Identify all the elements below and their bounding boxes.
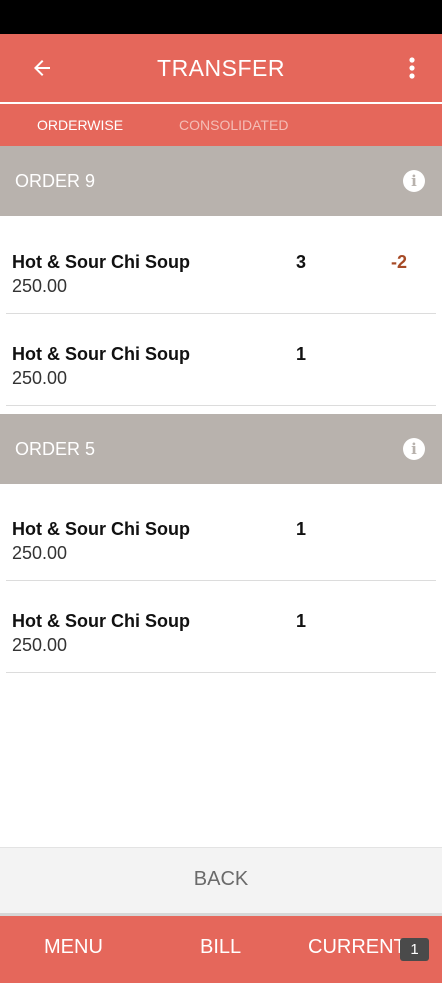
order-item-row[interactable]: Hot & Sour Chi Soup 250.00 3 -2: [0, 222, 442, 314]
order-header: ORDER 9 i: [0, 146, 442, 216]
item-name: Hot & Sour Chi Soup: [12, 611, 190, 631]
nav-current-button[interactable]: CURRENT: [308, 916, 406, 980]
item-price: 250.00: [12, 635, 68, 655]
item-quantity: 3: [296, 252, 307, 272]
item-name: Hot & Sour Chi Soup: [12, 519, 190, 539]
overflow-menu-button[interactable]: [400, 48, 424, 88]
item-name: Hot & Sour Chi Soup: [12, 252, 190, 272]
item-transfer-delta: -2: [391, 252, 408, 272]
order-item-row[interactable]: Hot & Sour Chi Soup 250.00 1: [0, 489, 442, 581]
page-title: TRANSFER: [157, 55, 285, 81]
info-icon[interactable]: i: [403, 438, 425, 460]
back-button[interactable]: BACK: [0, 848, 442, 914]
item-name: Hot & Sour Chi Soup: [12, 344, 190, 364]
info-icon[interactable]: i: [403, 170, 425, 192]
item-price: 250.00: [12, 276, 68, 296]
tab-consolidated[interactable]: CONSOLIDATED: [179, 104, 288, 146]
order-title: ORDER 9: [15, 171, 96, 191]
order-item-row[interactable]: Hot & Sour Chi Soup 250.00 1: [0, 581, 442, 673]
back-button-bar: BACK: [0, 847, 442, 913]
status-bar: [0, 0, 442, 34]
app-bar: TRANSFER: [0, 34, 442, 102]
row-divider: [6, 672, 436, 673]
tab-bar: ORDERWISE CONSOLIDATED: [0, 104, 442, 146]
nav-bill-button[interactable]: BILL: [200, 916, 241, 980]
item-quantity: 1: [296, 611, 307, 631]
current-count-badge: 1: [400, 938, 429, 961]
tab-orderwise[interactable]: ORDERWISE: [37, 104, 123, 146]
item-quantity: 1: [296, 344, 307, 364]
nav-menu-button[interactable]: MENU: [44, 916, 103, 980]
row-divider: [6, 405, 436, 406]
order-header: ORDER 5 i: [0, 414, 442, 484]
order-title: ORDER 5: [15, 439, 96, 459]
order-item-row[interactable]: Hot & Sour Chi Soup 250.00 1: [0, 314, 442, 406]
bottom-nav: MENU BILL CURRENT 1: [0, 913, 442, 983]
more-vert-icon: [409, 57, 415, 79]
item-price: 250.00: [12, 543, 68, 563]
item-price: 250.00: [12, 368, 68, 388]
item-quantity: 1: [296, 519, 307, 539]
